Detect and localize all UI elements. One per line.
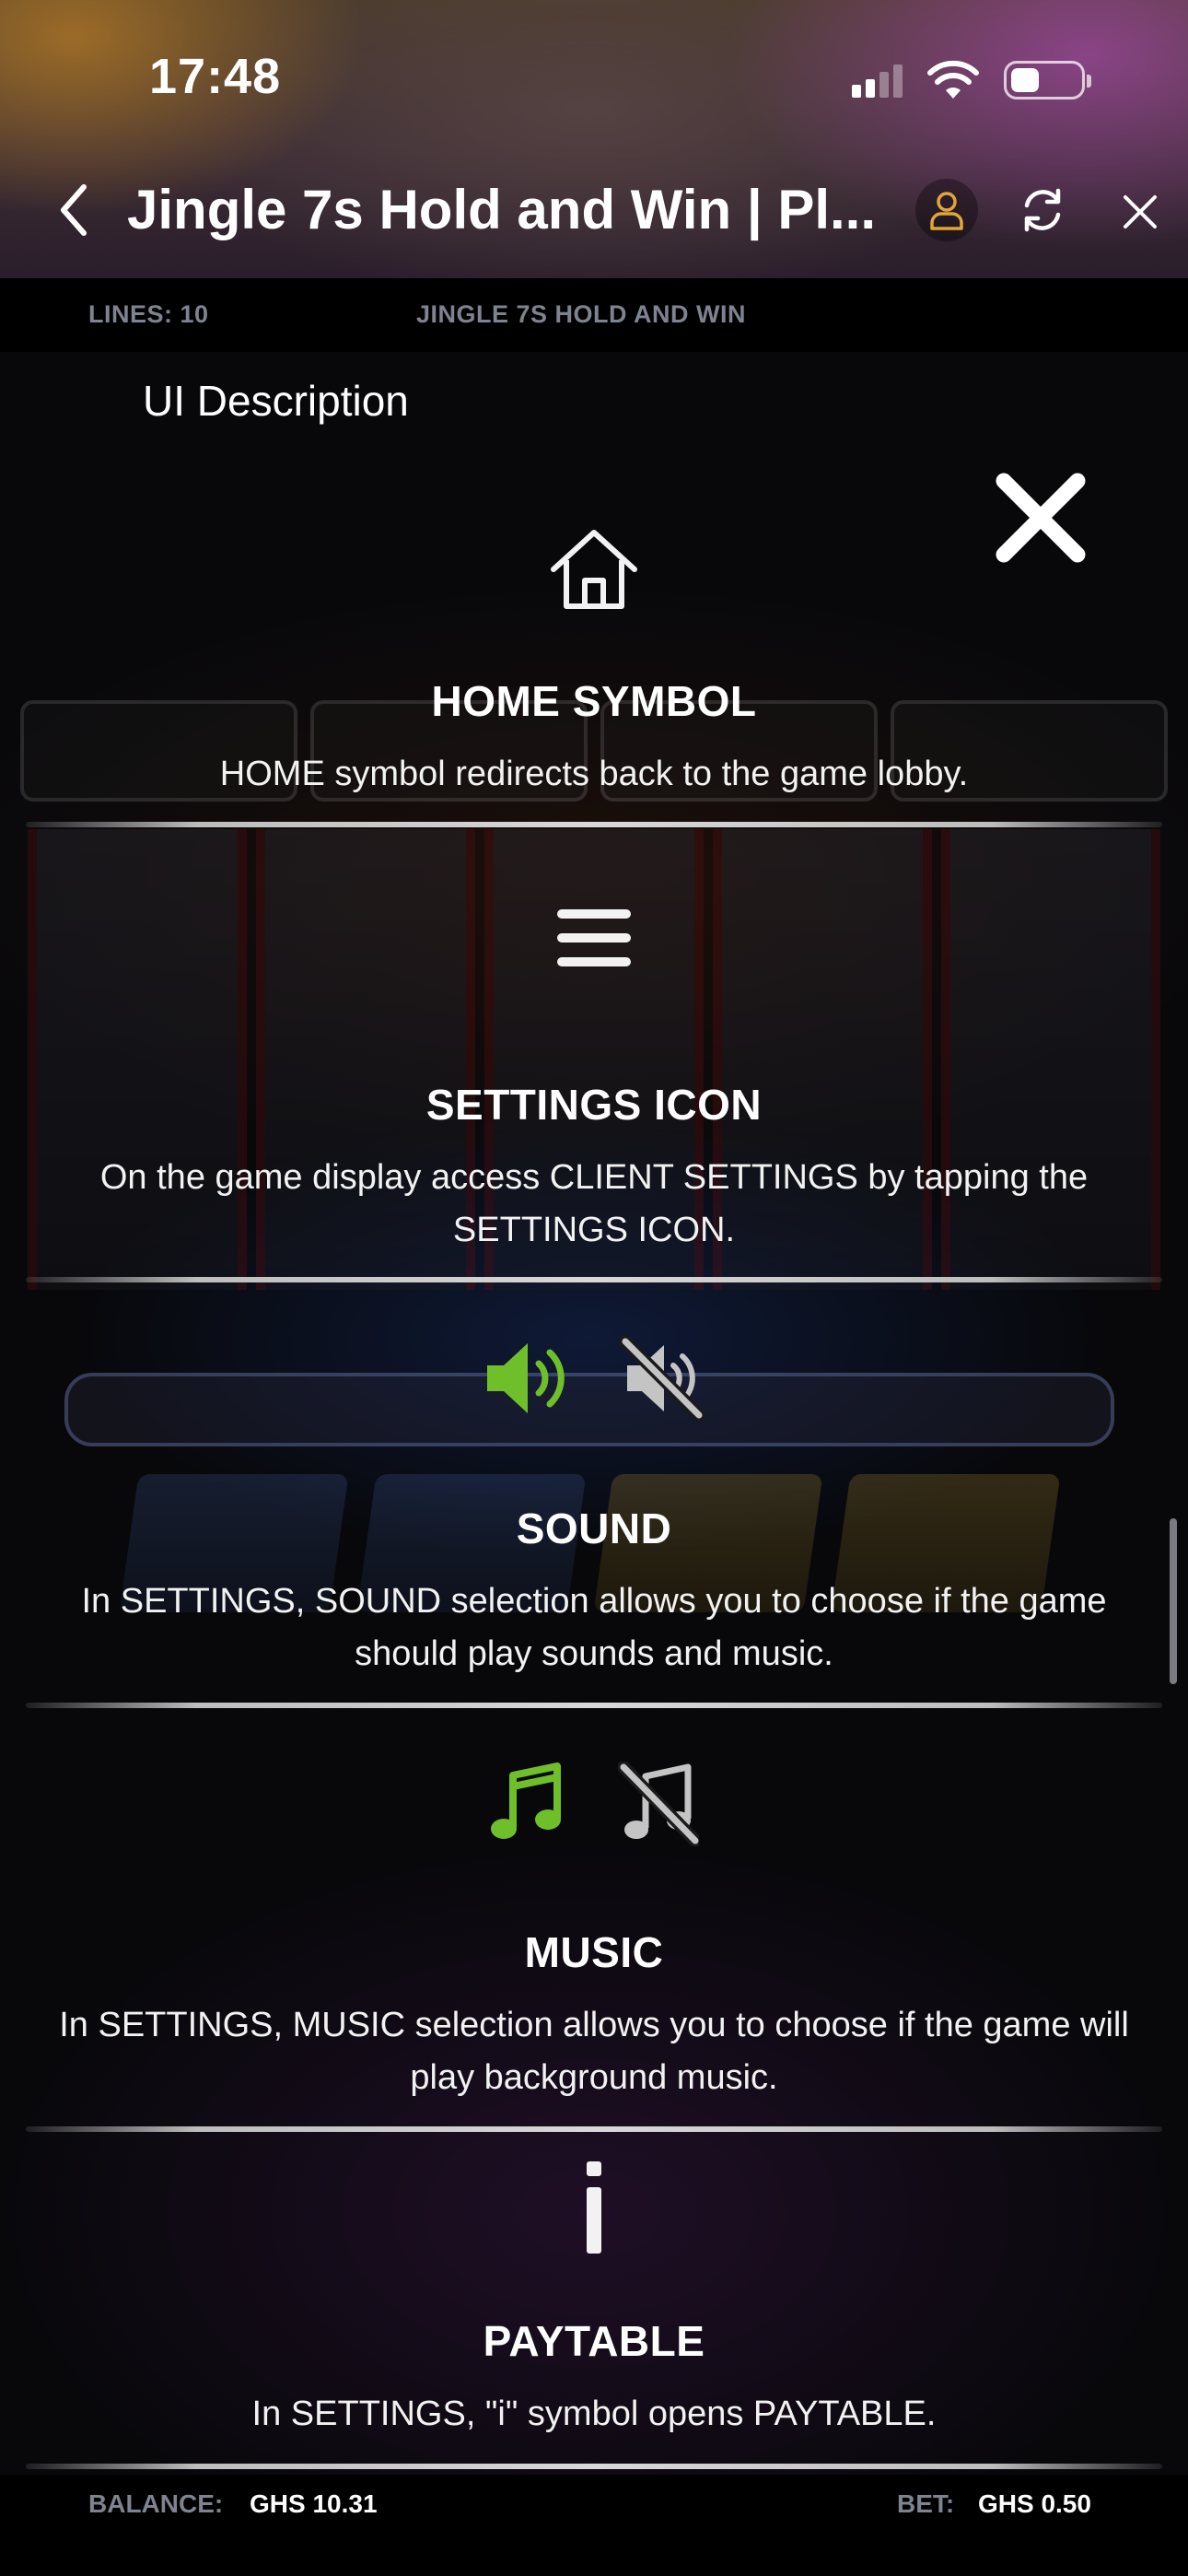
close-window-button[interactable] — [1112, 184, 1168, 240]
section-divider — [26, 822, 1162, 827]
bet-label: BET: — [897, 2489, 955, 2518]
balance-label: BALANCE: — [88, 2489, 224, 2518]
home-icon — [551, 530, 637, 609]
user-icon — [930, 192, 963, 230]
section-divider — [26, 2126, 1162, 2132]
music-section-title: MUSIC — [524, 1928, 664, 1976]
music-section-description: In SETTINGS, MUSIC selection allows you … — [59, 2006, 1129, 2097]
menu-icon — [557, 909, 631, 966]
info-icon — [587, 2161, 601, 2254]
panel-header: UI Description — [143, 377, 409, 425]
refresh-button[interactable] — [1013, 181, 1072, 240]
account-button[interactable] — [915, 179, 978, 241]
music-section-icons — [0, 1760, 1188, 1848]
cellular-signal-icon — [852, 63, 903, 98]
music-on-icon — [491, 1762, 561, 1839]
game-name-label: JINGLE 7S HOLD AND WIN — [416, 300, 747, 328]
scrollbar-thumb[interactable] — [1170, 1518, 1177, 1684]
section-divider — [26, 2464, 1162, 2469]
sound-section-description: In SETTINGS, SOUND selection allows you … — [81, 1582, 1107, 1673]
refresh-icon — [1024, 188, 1061, 232]
balance-value: GHS 10.31 — [250, 2489, 378, 2518]
paytable-section-icon — [0, 2156, 1188, 2259]
status-time: 17:48 — [149, 49, 282, 104]
section-divider — [26, 1277, 1162, 1282]
title-bar: 17:48 Jingle 7s Hold and Win | Pl... — [0, 0, 1188, 278]
settings-section-description: On the game display access CLIENT SETTIN… — [99, 1158, 1089, 1249]
settings-section-icon — [0, 901, 1188, 975]
close-icon — [1124, 195, 1157, 228]
music-off-icon — [618, 1762, 699, 1846]
bet-value: GHS 0.50 — [978, 2489, 1091, 2518]
sound-on-icon — [487, 1343, 565, 1413]
home-section-icon — [0, 523, 1188, 615]
section-divider — [26, 1703, 1162, 1708]
sound-off-icon — [619, 1335, 705, 1422]
settings-section-title: SETTINGS ICON — [425, 1081, 763, 1129]
wifi-icon — [927, 60, 979, 99]
home-section-title: HOME SYMBOL — [431, 677, 757, 725]
chevron-left-icon — [61, 184, 87, 236]
status-icons — [852, 57, 1091, 103]
back-button[interactable] — [46, 175, 101, 245]
page-title: Jingle 7s Hold and Win | Pl... — [127, 179, 877, 240]
paytable-section-description: In SETTINGS, "i" symbol opens PAYTABLE. — [251, 2395, 937, 2433]
paytable-section-title: PAYTABLE — [483, 2317, 705, 2365]
home-section-description: HOME symbol redirects back to the game l… — [219, 755, 969, 793]
sound-section-title: SOUND — [516, 1505, 672, 1552]
battery-icon — [1004, 61, 1091, 100]
sound-section-icons — [0, 1332, 1188, 1424]
lines-label: LINES: 10 — [88, 300, 209, 328]
